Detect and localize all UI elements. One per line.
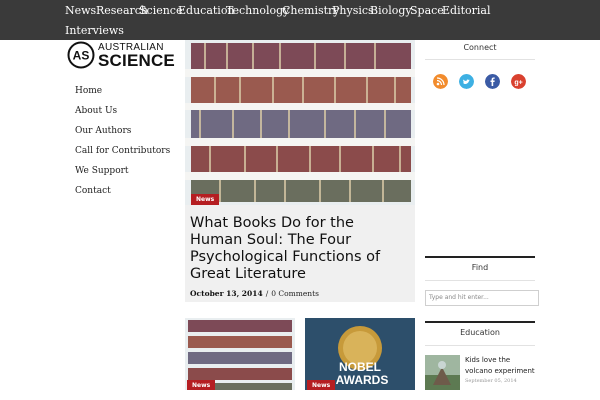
side-nav-our-authors[interactable]: Our Authors (75, 126, 131, 136)
site-logo[interactable]: AS AUSTRALIAN SCIENCE (67, 41, 177, 70)
education-widget-top-rule (425, 321, 535, 323)
search-input[interactable]: Type and hit enter... (425, 290, 539, 306)
featured-category-tag[interactable]: News (191, 194, 220, 205)
side-nav-call-for-contributors[interactable]: Call for Contributors (75, 146, 170, 156)
top-nav-editorial[interactable]: Editorial (442, 4, 491, 17)
top-navigation-bar: News Research Science Education Technolo… (0, 0, 600, 40)
side-nav-home[interactable]: Home (75, 86, 102, 96)
twitter-icon[interactable] (459, 74, 474, 89)
side-nav-about-us[interactable]: About Us (75, 106, 117, 116)
top-nav-space[interactable]: Space (410, 4, 444, 17)
thumbnail-category-tag[interactable]: News (187, 380, 216, 390)
featured-comments-link[interactable]: 0 Comments (271, 289, 319, 298)
top-nav-interviews[interactable]: Interviews (65, 24, 124, 37)
connect-widget-divider (425, 59, 535, 60)
featured-article-date: October 13, 2014 (190, 289, 263, 298)
rss-icon[interactable] (433, 74, 448, 89)
education-widget-divider (425, 345, 535, 346)
svg-text:g+: g+ (514, 80, 522, 87)
meta-separator: / (265, 289, 269, 298)
top-nav-technology[interactable]: Technology (226, 4, 289, 17)
nobel-overlay-line-1: NOBEL (339, 360, 381, 374)
top-nav-news[interactable]: News (65, 4, 96, 17)
thumbnail-category-tag[interactable]: News (307, 380, 336, 390)
article-thumbnail-books[interactable]: News (185, 318, 295, 390)
facebook-icon[interactable] (485, 74, 500, 89)
featured-article-image[interactable] (185, 40, 415, 205)
logo-mark-text: AS (73, 49, 90, 63)
education-post-title[interactable]: Kids love the volcano experiment (465, 355, 537, 377)
featured-article: News What Books Do for the Human Soul: T… (185, 40, 415, 302)
nobel-overlay-line-2: AWARDS (336, 373, 389, 387)
find-widget-top-rule (425, 256, 535, 258)
side-nav-we-support[interactable]: We Support (75, 166, 129, 176)
find-widget-title: Find (471, 263, 489, 272)
top-nav-science[interactable]: Science (139, 4, 182, 17)
article-thumbnail-nobel[interactable]: NOBEL AWARDS News (305, 318, 415, 390)
education-post-thumbnail[interactable] (425, 355, 460, 390)
featured-article-meta: October 13, 2014/0 Comments (190, 289, 319, 298)
connect-widget-title: Connect (463, 43, 497, 52)
featured-article-title[interactable]: What Books Do for the Human Soul: The Fo… (190, 215, 410, 283)
bookshelf-rows (185, 43, 415, 202)
education-post-date: September 05, 2014 (465, 378, 517, 384)
logo-mark-icon: AS (67, 41, 95, 69)
education-widget-title: Education (460, 328, 500, 337)
google-plus-icon[interactable]: g+ (511, 74, 526, 89)
top-nav-chemistry[interactable]: Chemistry (282, 4, 340, 17)
side-nav-contact[interactable]: Contact (75, 186, 111, 196)
top-nav-biology[interactable]: Biology (370, 4, 412, 17)
find-widget-divider (425, 280, 535, 281)
logo-line-2: SCIENCE (98, 51, 175, 70)
top-nav-physics[interactable]: Physics (332, 4, 374, 17)
